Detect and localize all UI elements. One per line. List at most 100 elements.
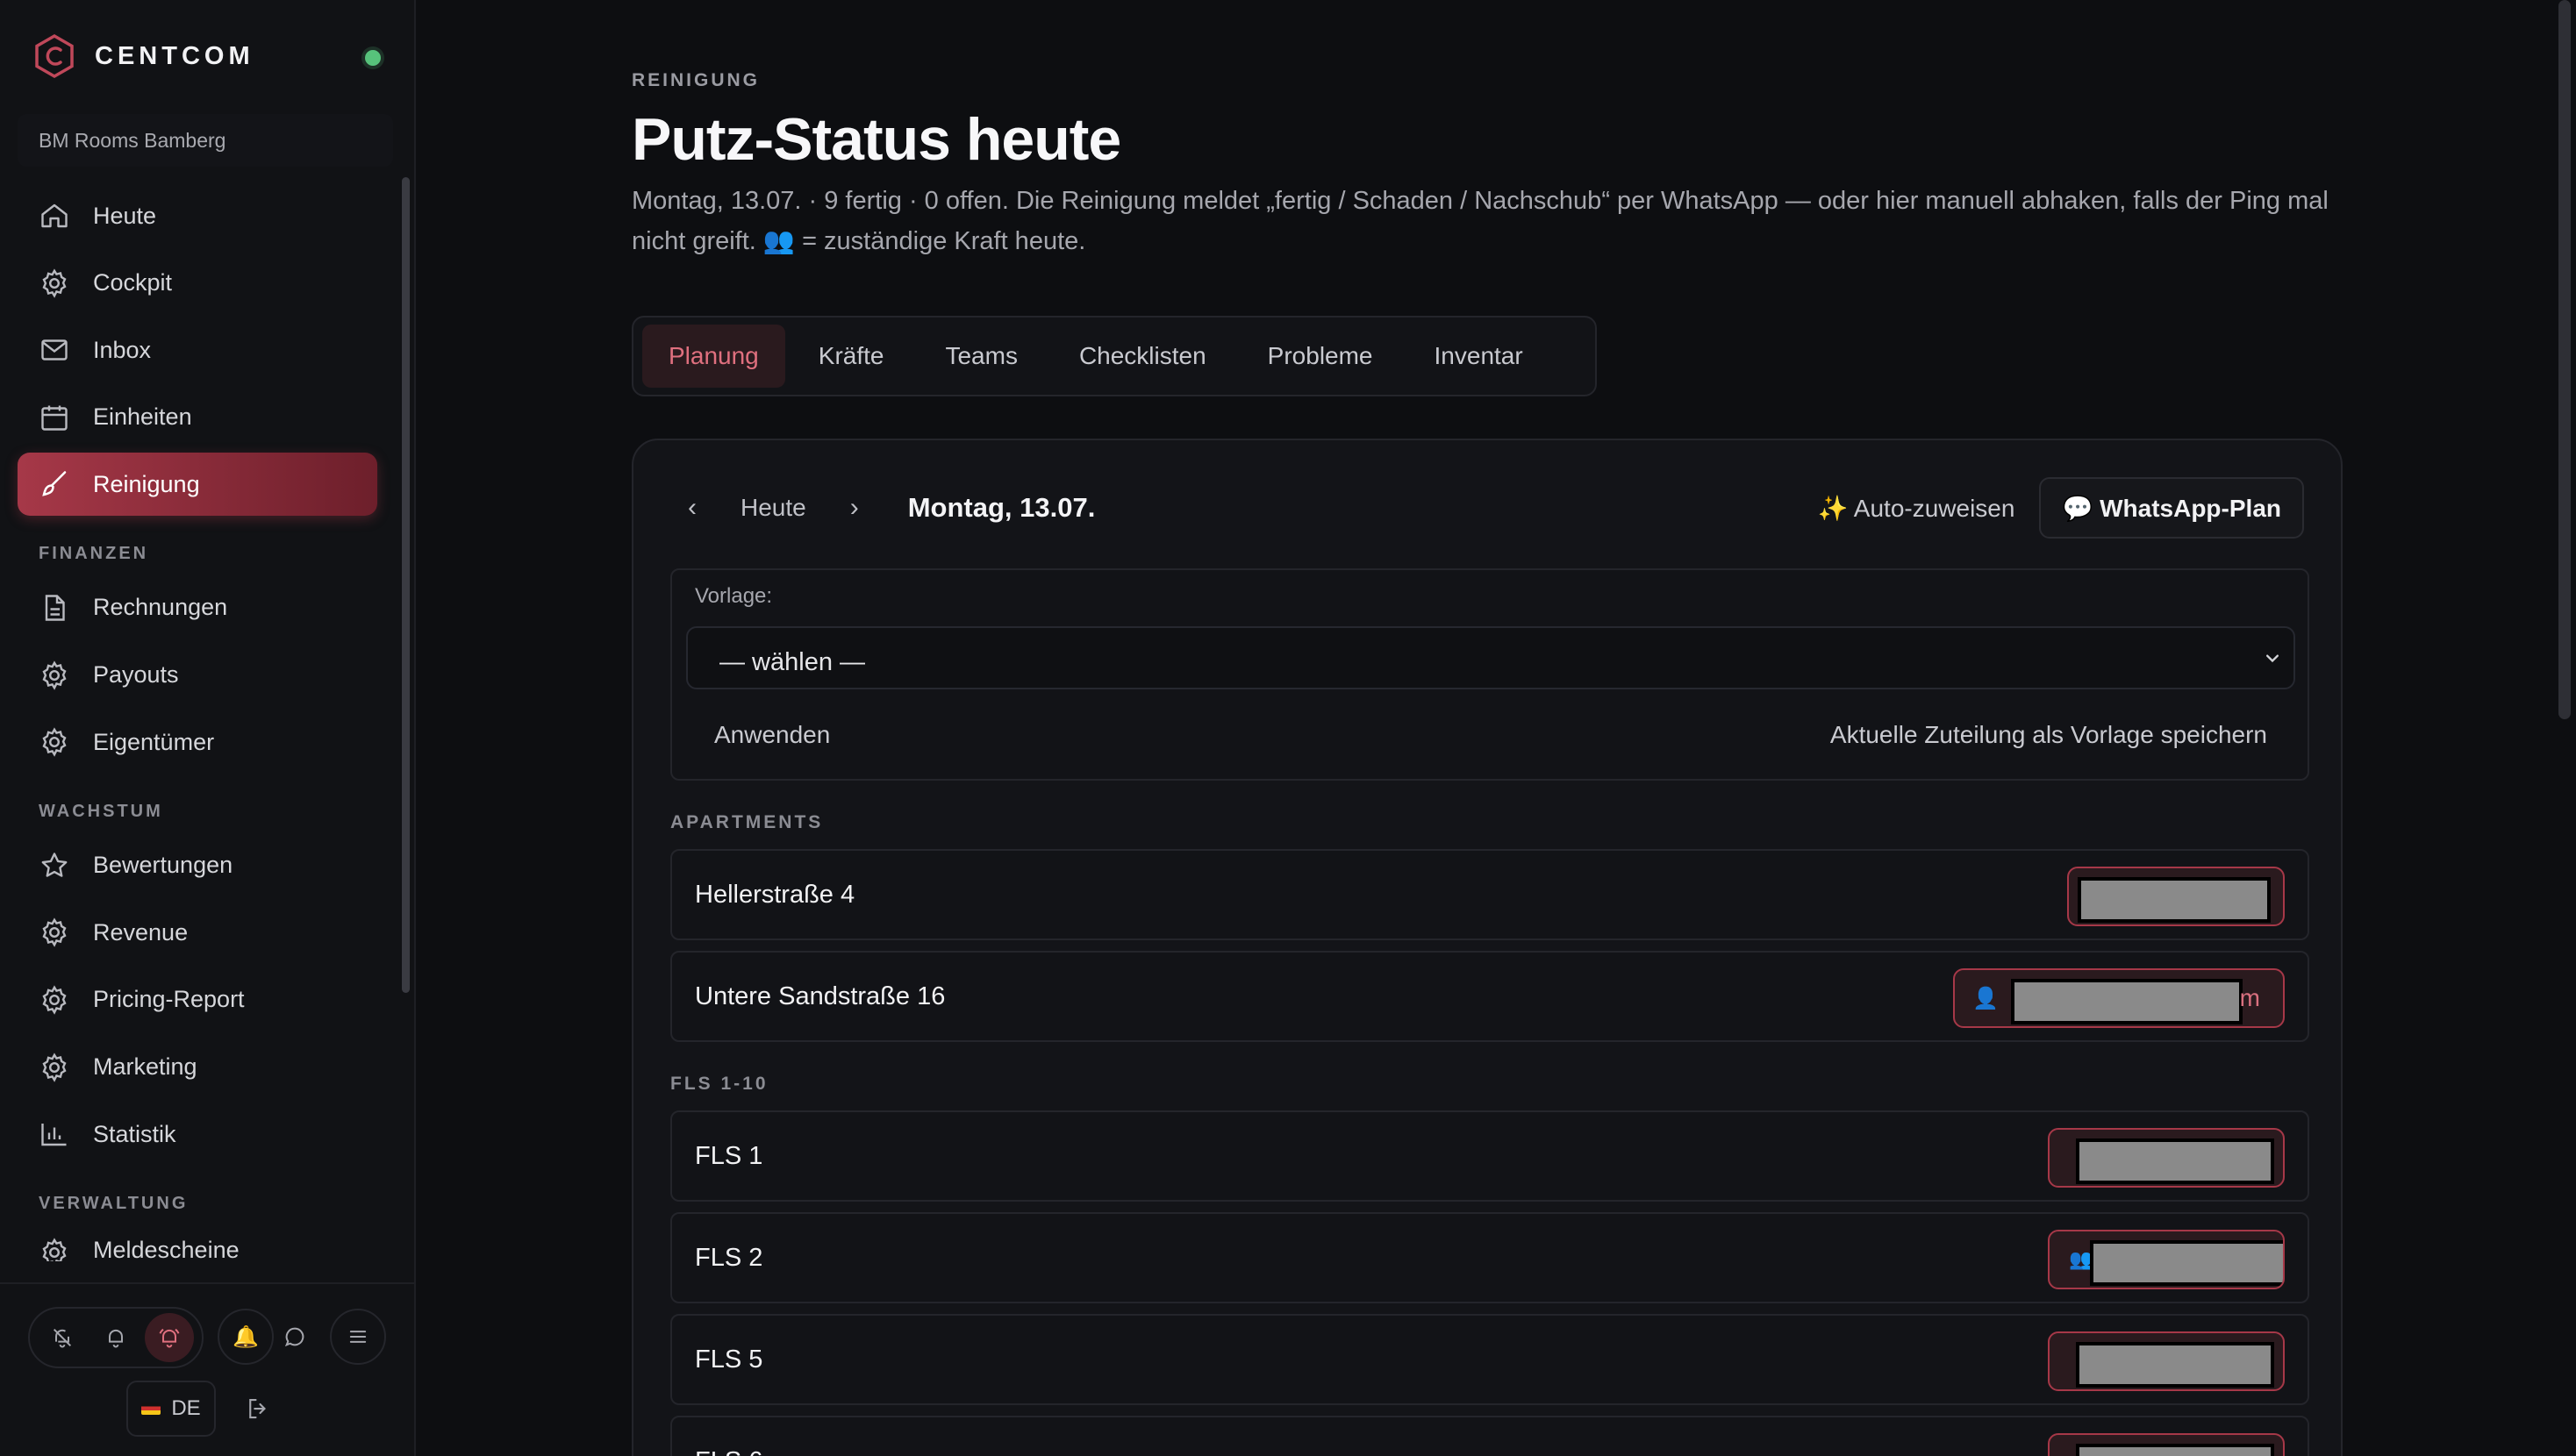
person-icon: 👤 — [1972, 986, 1999, 1010]
sidebar-section-verwaltung: VERWALTUNG — [39, 1193, 189, 1213]
sidebar-item-payouts[interactable]: Payouts — [18, 644, 377, 707]
sidebar-item-marketing[interactable]: Marketing — [18, 1036, 377, 1099]
logout-icon — [249, 1398, 267, 1419]
menu-icon — [349, 1331, 367, 1343]
brand[interactable]: CENTCOM — [33, 33, 254, 79]
gear-icon — [42, 268, 67, 298]
sidebar-scrollbar[interactable] — [402, 177, 410, 993]
assignee-chip[interactable] — [2048, 1331, 2285, 1391]
unit-row: Untere Sandstraße 16 👤 m — [670, 951, 2309, 1042]
redacted-assignee — [2090, 1240, 2283, 1286]
sidebar-item-label: Revenue — [93, 918, 189, 946]
template-select[interactable]: — wählen — — [686, 626, 2295, 689]
sidebar-item-label: Marketing — [93, 1053, 197, 1081]
assignee-chip[interactable]: 👤 m — [1953, 968, 2285, 1028]
sidebar-item-inbox[interactable]: Inbox — [18, 318, 377, 382]
mail-icon — [41, 339, 68, 360]
tab-probleme[interactable]: Probleme — [1240, 325, 1401, 388]
sidebar-item-label: Meldescheine — [93, 1236, 240, 1261]
previous-day-button[interactable]: ‹ — [670, 477, 714, 539]
sidebar-item-pricing-report[interactable]: Pricing-Report — [18, 968, 377, 1031]
calendar-icon — [41, 405, 68, 431]
sidebar-item-label: Heute — [93, 202, 157, 229]
unit-name: FLS 2 — [695, 1243, 763, 1272]
sidebar: CENTCOM BM Rooms Bamberg Heute Cockpit I… — [0, 0, 416, 1456]
assignee-chip[interactable]: 👥 — [2048, 1230, 2285, 1289]
sidebar-nav: Heute Cockpit Inbox Einheiten Reinigung … — [18, 184, 377, 1265]
chevron-down-icon — [2266, 654, 2279, 663]
unit-name: Untere Sandstraße 16 — [695, 981, 946, 1010]
redacted-assignee — [2076, 1138, 2274, 1184]
sidebar-item-reinigung[interactable]: Reinigung — [18, 453, 377, 517]
sidebar-item-label: Eigentümer — [93, 728, 215, 755]
unit-name: FLS 1 — [695, 1141, 763, 1170]
next-day-button[interactable]: › — [833, 477, 877, 539]
sidebar-item-label: Reinigung — [93, 470, 200, 497]
menu-button[interactable] — [330, 1309, 386, 1365]
sidebar-item-rechnungen[interactable]: Rechnungen — [18, 576, 377, 639]
alert-bell-button[interactable]: 🔔 — [218, 1309, 274, 1365]
group-label-fls: FLS 1-10 — [670, 1074, 769, 1094]
chat-icon — [284, 1327, 304, 1347]
property-selector[interactable]: BM Rooms Bamberg — [18, 114, 393, 167]
today-button[interactable]: Heute — [714, 477, 833, 539]
language-switcher[interactable]: DE — [126, 1381, 216, 1437]
tab-kraefte[interactable]: Kräfte — [791, 325, 912, 388]
sidebar-item-label: Bewertungen — [93, 852, 233, 879]
main-content: REINIGUNG Putz-Status heute Montag, 13.0… — [632, 0, 2343, 1456]
sidebar-item-meldescheine[interactable]: Meldescheine — [18, 1226, 377, 1261]
gear-icon — [42, 917, 67, 948]
sidebar-footer: 🔔 DE — [0, 1282, 414, 1456]
redacted-assignee — [2078, 877, 2271, 923]
sidebar-item-heute[interactable]: Heute — [18, 184, 377, 247]
gear-icon — [42, 985, 67, 1015]
tab-teams[interactable]: Teams — [917, 325, 1045, 388]
sidebar-item-bewertungen[interactable]: Bewertungen — [18, 834, 377, 897]
logout-button[interactable] — [239, 1389, 277, 1428]
sidebar-item-statistik[interactable]: Statistik — [18, 1103, 377, 1166]
sidebar-item-revenue[interactable]: Revenue — [18, 901, 377, 964]
brush-icon — [42, 471, 67, 497]
tab-inventar[interactable]: Inventar — [1406, 325, 1551, 388]
sidebar-item-einheiten[interactable]: Einheiten — [18, 386, 377, 449]
date-toolbar: ‹ Heute › Montag, 13.07. ✨ Auto-zuweisen… — [670, 477, 2304, 539]
unit-row: Hellerstraße 4 — [670, 849, 2309, 940]
sidebar-item-cockpit[interactable]: Cockpit — [18, 252, 377, 315]
unit-name: FLS 5 — [695, 1345, 763, 1374]
online-status-indicator — [365, 50, 381, 66]
auto-assign-button[interactable]: ✨ Auto-zuweisen — [1793, 477, 2040, 539]
unit-row: FLS 6 — [670, 1416, 2309, 1456]
redacted-assignee — [2076, 1444, 2274, 1456]
whatsapp-plan-button[interactable]: 💬 WhatsApp-Plan — [2039, 477, 2304, 539]
chat-button[interactable] — [267, 1309, 323, 1365]
save-template-button[interactable]: Aktuelle Zuteilung als Vorlage speichern — [1830, 721, 2267, 749]
gear-icon — [42, 727, 67, 757]
home-icon — [41, 203, 68, 228]
assignee-chip[interactable] — [2067, 867, 2285, 926]
bell-ring-icon — [159, 1328, 180, 1348]
tab-planung[interactable]: Planung — [642, 325, 785, 388]
apply-template-button[interactable]: Anwenden — [714, 721, 830, 749]
assignee-chip[interactable] — [2048, 1433, 2285, 1456]
notifications-ring-button[interactable] — [145, 1313, 195, 1362]
assignee-chip[interactable] — [2048, 1128, 2285, 1188]
sidebar-item-label: Rechnungen — [93, 594, 228, 621]
sidebar-item-label: Payouts — [93, 661, 179, 689]
sidebar-item-eigentuemer[interactable]: Eigentümer — [18, 710, 377, 774]
sidebar-item-label: Einheiten — [93, 403, 192, 431]
centcom-logo-icon — [35, 33, 74, 79]
gear-icon — [42, 660, 67, 690]
unit-row: FLS 2 👥 — [670, 1212, 2309, 1303]
notifications-off-button[interactable] — [38, 1313, 87, 1362]
sidebar-item-label: Statistik — [93, 1120, 176, 1147]
redacted-assignee — [2076, 1342, 2274, 1388]
tab-bar: Planung Kräfte Teams Checklisten Problem… — [632, 316, 1597, 396]
bell-emoji-icon: 🔔 — [233, 1324, 259, 1349]
gear-icon — [42, 1052, 67, 1082]
brand-name: CENTCOM — [95, 41, 254, 70]
unit-name: Hellerstraße 4 — [695, 880, 855, 909]
tab-checklisten[interactable]: Checklisten — [1051, 325, 1234, 388]
page-scrollbar[interactable] — [2558, 0, 2571, 719]
sidebar-section-wachstum: WACHSTUM — [39, 801, 163, 821]
notifications-on-button[interactable] — [91, 1313, 140, 1362]
